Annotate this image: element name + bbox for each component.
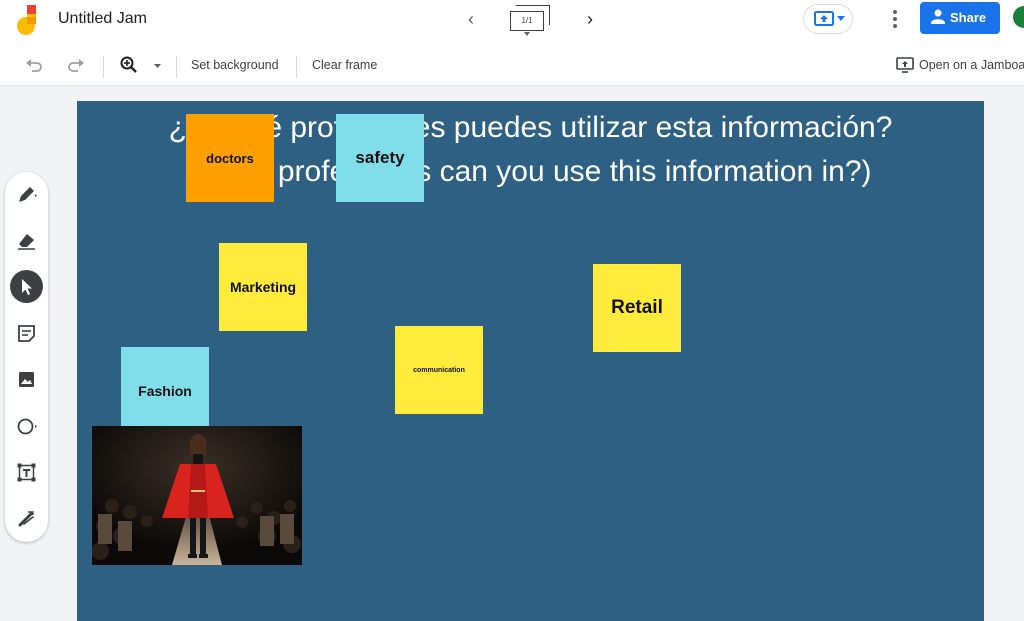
eraser-icon [18, 234, 35, 250]
shape-tool[interactable] [10, 410, 43, 443]
frame-counter: 1/1 [510, 11, 544, 31]
edit-toolbar: Set background Clear frame Open on a Jam… [0, 46, 1024, 86]
toolbar-divider [176, 56, 177, 78]
sticky-note-text: communication [413, 366, 465, 374]
redo-icon[interactable] [66, 55, 86, 75]
zoom-dropdown-icon[interactable] [154, 64, 161, 68]
sticky-note-text: doctors [206, 150, 254, 166]
sticky-note-text: Fashion [138, 383, 192, 399]
image-tool[interactable] [10, 363, 43, 396]
laser-tool[interactable] [10, 502, 43, 535]
more-options-icon[interactable] [888, 8, 902, 30]
clear-frame-button[interactable]: Clear frame [312, 58, 377, 72]
runway-photo[interactable] [92, 426, 302, 565]
share-button[interactable]: Share [920, 2, 1000, 34]
jamboard-logo-icon[interactable] [14, 3, 40, 37]
chevron-down-icon [524, 32, 530, 36]
text-box-tool[interactable] [10, 456, 43, 489]
select-tool[interactable] [10, 270, 43, 303]
sticky-note[interactable]: safety [336, 114, 424, 202]
sticky-note[interactable]: doctors [186, 114, 274, 202]
sticky-note[interactable]: Marketing [219, 243, 307, 331]
sticky-note[interactable]: communication [395, 326, 483, 414]
cast-screen-icon [896, 57, 914, 73]
chevron-down-icon [837, 16, 845, 21]
toolbar-divider [103, 56, 104, 78]
sticky-note-text: Marketing [229, 279, 297, 295]
share-person-icon [931, 9, 945, 24]
sticky-note-icon [18, 325, 35, 342]
undo-icon[interactable] [24, 55, 44, 75]
sticky-note-text: Retail [611, 297, 663, 318]
frame-bar-button[interactable]: 1/1 [510, 4, 554, 38]
sticky-note[interactable]: Retail [593, 264, 681, 352]
app-header: Untitled Jam ‹ 1/1 › Share [0, 0, 1024, 47]
jam-title[interactable]: Untitled Jam [58, 10, 147, 28]
sticky-note-tool[interactable] [10, 317, 43, 350]
previous-frame-icon[interactable]: ‹ [460, 8, 482, 30]
open-on-jamboard-button[interactable]: Open on a Jamboa [896, 46, 1024, 85]
present-icon [814, 11, 834, 26]
pen-tool[interactable] [10, 178, 43, 211]
zoom-icon[interactable] [119, 55, 139, 75]
sticky-note[interactable]: Fashion [121, 347, 209, 435]
circle-icon [17, 418, 37, 435]
next-frame-icon[interactable]: › [579, 8, 601, 30]
fashion-model-image [92, 426, 302, 565]
set-background-button[interactable]: Set background [191, 58, 279, 72]
select-icon [22, 279, 32, 295]
laser-icon [18, 511, 34, 527]
image-icon [19, 372, 34, 387]
tool-sidebar [5, 172, 48, 542]
toolbar-divider [296, 56, 297, 78]
share-button-label: Share [950, 10, 987, 25]
avatar[interactable] [1013, 6, 1024, 28]
eraser-tool[interactable] [10, 224, 43, 257]
pen-icon [19, 187, 37, 202]
text-box-icon [17, 463, 36, 482]
sticky-note-text: safety [355, 148, 405, 167]
open-on-jamboard-label: Open on a Jamboa [919, 58, 1024, 72]
cast-button[interactable] [803, 4, 853, 34]
